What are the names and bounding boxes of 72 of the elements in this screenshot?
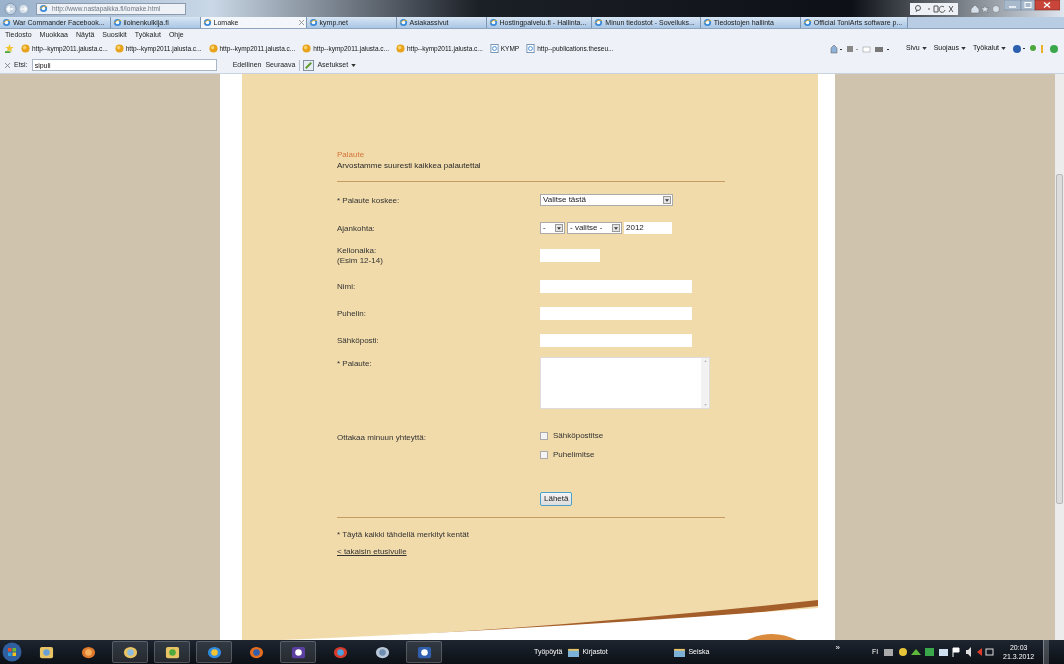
form-heading: Palaute <box>337 149 366 160</box>
dropdown[interactable]: - <box>540 222 565 234</box>
field-hint: (Esim 12-14) <box>337 256 384 266</box>
taskbar-app-icon[interactable] <box>154 641 190 663</box>
taskbar-app-icon[interactable] <box>196 641 232 663</box>
text-field[interactable] <box>540 249 600 262</box>
favorite-site-icon <box>302 44 312 53</box>
text-field[interactable] <box>540 280 692 293</box>
dropdown[interactable]: - valitse - <box>567 222 622 234</box>
window-controls-icon[interactable] <box>1004 0 1060 12</box>
page-icon <box>489 44 499 53</box>
taskbar-app-icon[interactable] <box>112 641 148 663</box>
start-button-icon[interactable] <box>2 642 22 662</box>
page-icon <box>526 44 536 53</box>
favorite-site-icon <box>396 44 405 53</box>
checkbox-label: Sähköpostitse <box>553 431 604 441</box>
close-icon[interactable] <box>5 62 10 68</box>
checkbox[interactable] <box>540 432 548 440</box>
browser-page-icon <box>488 18 498 27</box>
close-tab-icon[interactable] <box>298 20 304 25</box>
browser-page-icon <box>2 18 11 27</box>
submit-button[interactable]: Lähetä <box>540 492 573 506</box>
field-label: * Palaute koskee: <box>337 196 401 206</box>
scrollbar-thumb[interactable] <box>1056 174 1063 504</box>
browser-page-icon <box>202 18 212 27</box>
dropdown[interactable]: Valitse tästä <box>540 194 673 206</box>
browser-page-icon <box>398 18 408 27</box>
field-label: Puhelin: <box>337 309 367 319</box>
form-subtitle: Arvostamme suuresti kaikkea palautettal <box>337 160 482 171</box>
field-label: Ottakaa minuun yhteyttä: <box>337 433 427 443</box>
system-tray-icons[interactable] <box>884 646 995 658</box>
text-field[interactable] <box>540 334 692 347</box>
caret-icon <box>1001 47 1006 50</box>
page-scrollbar[interactable] <box>1055 74 1064 640</box>
show-desktop-button[interactable] <box>1043 640 1050 664</box>
address-bar-buttons[interactable] <box>910 2 958 15</box>
field-label: Sähköposti: <box>337 336 380 346</box>
checkbox[interactable] <box>540 451 548 459</box>
favorite-site-icon <box>208 44 218 53</box>
field-label: Kellonaika: <box>337 246 378 256</box>
field-label: Nimi: <box>337 282 357 292</box>
favorites-star-icon[interactable] <box>5 44 14 53</box>
browser-page-icon <box>802 18 812 27</box>
taskbar-app-icon[interactable] <box>280 641 316 663</box>
home-favorites-settings-icon[interactable] <box>970 3 1000 14</box>
browser-page-icon <box>594 18 604 27</box>
browser-page-icon <box>308 18 318 27</box>
dropdown-arrow-icon <box>555 224 563 232</box>
text-field[interactable] <box>540 307 692 320</box>
back-forward-buttons-icon[interactable] <box>4 1 32 16</box>
footnote: * Täytä kaikki tähdellä merkityt kentät <box>337 530 470 540</box>
dropdown-arrow-icon <box>612 224 620 232</box>
browser-page-icon <box>112 18 122 27</box>
caret-icon <box>351 63 357 67</box>
field-label: Ajankohta: <box>337 224 376 234</box>
dropdown-arrow-icon <box>663 196 671 204</box>
folder-icon <box>674 647 686 657</box>
toolbar-tool-icons[interactable] <box>1013 43 1059 54</box>
field-label: * Palaute: <box>337 359 373 369</box>
search-refresh-stop-icon[interactable] <box>914 3 954 14</box>
browser-page-icon <box>39 4 48 13</box>
year-field[interactable]: 2012 <box>624 222 672 234</box>
caret-icon <box>960 47 966 50</box>
taskbar-app-icon[interactable] <box>406 641 442 663</box>
checkbox-label: Puhelimitse <box>553 450 595 460</box>
back-link[interactable]: < takaisin etusivulle <box>337 547 407 557</box>
toolbar-overflow-button[interactable]: » <box>835 642 840 654</box>
folder-icon <box>568 647 580 657</box>
favorite-site-icon <box>21 44 30 53</box>
favorite-site-icon <box>114 44 124 53</box>
browser-page-icon <box>702 18 712 27</box>
caret-icon <box>921 47 927 50</box>
